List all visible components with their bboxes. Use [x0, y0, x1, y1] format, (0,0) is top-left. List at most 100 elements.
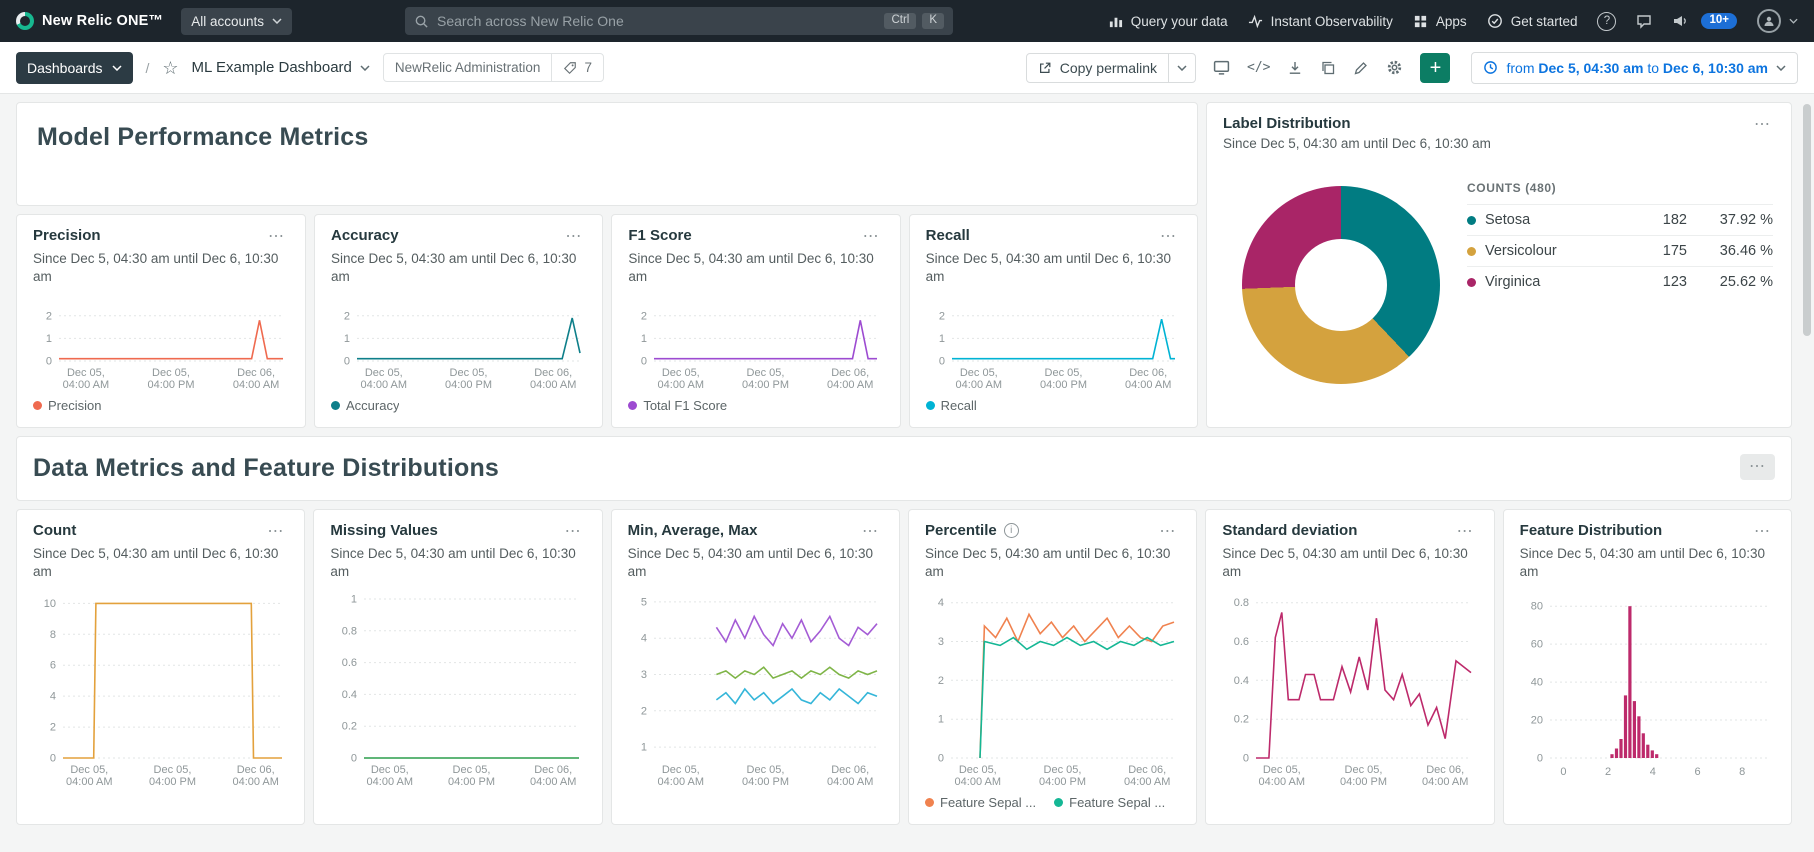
- widget-menu-button[interactable]: ⋯: [264, 227, 289, 247]
- search-input[interactable]: [437, 13, 879, 29]
- chevron-down-icon: [1177, 64, 1187, 71]
- table-row[interactable]: Setosa 182 37.92 %: [1467, 204, 1773, 235]
- view-query-button[interactable]: </>: [1247, 60, 1270, 75]
- feedback-button[interactable]: [1636, 13, 1652, 29]
- row-count: 182: [1662, 212, 1687, 229]
- widget-menu-button[interactable]: ⋯: [858, 522, 883, 542]
- svg-text:80: 80: [1530, 601, 1542, 613]
- svg-text:Dec 05,04:00 PM: Dec 05, 04:00 PM: [147, 367, 194, 389]
- widget-subtitle: Since Dec 5, 04:30 am until Dec 6, 10:30…: [331, 251, 577, 285]
- widget-menu-button[interactable]: ⋯: [1750, 522, 1775, 542]
- add-widget-button[interactable]: +: [1420, 52, 1451, 83]
- legend-label[interactable]: Accuracy: [346, 398, 399, 413]
- min-average-max-line-chart: 1 2 3 4 5 Dec 05, 04:00 AM Dec 05, 04:00 PM Dec 0…: [628, 585, 883, 786]
- widget-menu-button[interactable]: ⋯: [561, 522, 586, 542]
- svg-text:Dec 06,04:00 AM: Dec 06, 04:00 AM: [1422, 764, 1468, 786]
- favorite-star-icon[interactable]: ☆: [162, 59, 178, 77]
- svg-text:Dec 05,04:00 PM: Dec 05, 04:00 PM: [1040, 367, 1087, 389]
- legend-label[interactable]: Recall: [941, 398, 977, 413]
- svg-text:Dec 05,04:00 AM: Dec 05, 04:00 AM: [367, 764, 413, 786]
- feedback-bubble-icon: [1637, 15, 1652, 29]
- legend-label[interactable]: Feature Sepal ...: [940, 795, 1036, 810]
- svg-text:Dec 05,04:00 PM: Dec 05, 04:00 PM: [445, 367, 492, 389]
- legend-dot: [1467, 215, 1476, 225]
- settings-button[interactable]: [1386, 59, 1403, 76]
- widget-menu-button[interactable]: ⋯: [1750, 115, 1775, 135]
- svg-text:1: 1: [641, 333, 647, 345]
- chevron-down-icon: [1789, 18, 1798, 24]
- widget-menu-button[interactable]: ⋯: [561, 227, 586, 247]
- pencil-icon: [1355, 61, 1368, 74]
- widget-title: Count: [33, 522, 77, 539]
- legend-label[interactable]: Total F1 Score: [643, 398, 727, 413]
- duplicate-button[interactable]: [1320, 60, 1336, 76]
- widget-menu-button[interactable]: ⋯: [1453, 522, 1478, 542]
- svg-text:4: 4: [641, 633, 647, 645]
- chart-legend: Recall: [925, 395, 1181, 415]
- apps-label: Apps: [1435, 13, 1467, 29]
- tv-mode-button[interactable]: [1213, 59, 1230, 76]
- get-started-link[interactable]: Get started: [1487, 13, 1577, 29]
- help-icon[interactable]: ?: [1597, 11, 1617, 31]
- svg-text:3: 3: [938, 636, 944, 648]
- tags-chip[interactable]: 7: [551, 54, 603, 81]
- row-count: 175: [1662, 243, 1687, 260]
- dashboard-name-dropdown[interactable]: ML Example Dashboard: [192, 59, 370, 76]
- edit-button[interactable]: [1353, 60, 1369, 76]
- svg-text:6: 6: [1694, 766, 1700, 778]
- accounts-dropdown[interactable]: All accounts: [181, 7, 293, 35]
- chart-legend: Precision: [33, 395, 289, 415]
- global-search[interactable]: Ctrl K: [405, 7, 953, 35]
- legend-label[interactable]: Precision: [48, 398, 101, 413]
- widget-menu-button[interactable]: ⋯: [1155, 522, 1180, 542]
- permalink-dropdown[interactable]: [1168, 53, 1195, 82]
- svg-text:0: 0: [939, 356, 945, 368]
- widget-menu-button[interactable]: ⋯: [1156, 227, 1181, 247]
- chevron-down-icon: [360, 64, 370, 71]
- legend-label[interactable]: Feature Sepal ...: [1069, 795, 1165, 810]
- apps-link[interactable]: Apps: [1413, 14, 1467, 29]
- time-picker[interactable]: from Dec 5, 04:30 am to Dec 6, 10:30 am: [1471, 51, 1798, 84]
- chart-legend: Feature Sepal ... Feature Sepal ...: [925, 792, 1180, 812]
- whats-new-button[interactable]: 10+: [1672, 12, 1737, 30]
- download-button[interactable]: [1287, 60, 1303, 76]
- info-icon[interactable]: i: [1003, 523, 1019, 538]
- user-menu[interactable]: [1757, 9, 1798, 33]
- svg-text:2: 2: [939, 310, 945, 322]
- widget-menu-button[interactable]: ⋯: [263, 522, 288, 542]
- feature-distribution-histogram: 0 20 40 60 80 0 2 4 6 8: [1520, 585, 1775, 786]
- time-end: Dec 6, 10:30 am: [1662, 59, 1768, 76]
- section-heading: Model Performance Metrics: [37, 123, 369, 151]
- widget-menu-button[interactable]: ⋯: [1740, 454, 1775, 480]
- legend-dot: [1054, 797, 1064, 807]
- svg-text:2: 2: [641, 310, 647, 322]
- widget-menu-button[interactable]: ⋯: [859, 227, 884, 247]
- svg-text:5: 5: [641, 597, 647, 609]
- code-icon: </>: [1247, 60, 1271, 75]
- svg-text:1: 1: [641, 742, 647, 754]
- copy-permalink-button[interactable]: Copy permalink: [1025, 52, 1196, 83]
- svg-text:0.2: 0.2: [1234, 714, 1249, 726]
- widget-title: Percentile: [925, 522, 997, 539]
- instant-observability-link[interactable]: Instant Observability: [1248, 14, 1393, 29]
- time-range-text: from Dec 5, 04:30 am to Dec 6, 10:30 am: [1506, 60, 1768, 76]
- svg-text:Dec 05,04:00 PM: Dec 05, 04:00 PM: [742, 764, 789, 786]
- svg-text:Dec 05,04:00 AM: Dec 05, 04:00 AM: [1259, 764, 1305, 786]
- time-start: Dec 5, 04:30 am: [1538, 59, 1644, 76]
- svg-text:0.2: 0.2: [342, 721, 357, 733]
- new-relic-brand[interactable]: New Relic ONE™: [16, 12, 163, 30]
- svg-text:0: 0: [46, 356, 52, 368]
- dashboards-dropdown[interactable]: Dashboards: [16, 51, 133, 84]
- widget-label-distribution: Label Distribution Since Dec 5, 04:30 am…: [1206, 102, 1792, 428]
- dashboard-account-pill[interactable]: NewRelic Administration 7: [382, 53, 604, 82]
- svg-text:Dec 06,04:00 AM: Dec 06, 04:00 AM: [1125, 367, 1171, 389]
- table-row[interactable]: Versicolour 175 36.46 %: [1467, 235, 1773, 266]
- table-row[interactable]: Virginica 123 25.62 %: [1467, 266, 1773, 297]
- query-your-data-link[interactable]: Query your data: [1108, 14, 1228, 29]
- widget-recall: Recall ⋯ Since Dec 5, 04:30 am until Dec…: [908, 214, 1198, 428]
- recall-line-chart: 0 1 2 Dec 05, 04:00 AM Dec 05, 04:00 PM Dec 06,…: [926, 303, 1181, 389]
- widget-accuracy: Accuracy ⋯ Since Dec 5, 04:30 am until D…: [314, 214, 604, 428]
- pulse-icon: [1248, 14, 1262, 28]
- row-percent: 25.62 %: [1719, 274, 1773, 291]
- vertical-scrollbar[interactable]: [1803, 104, 1811, 336]
